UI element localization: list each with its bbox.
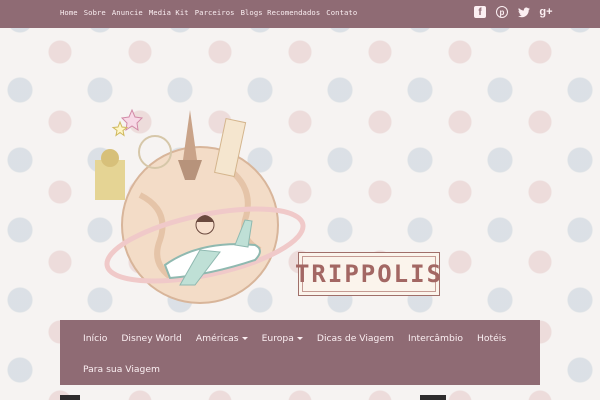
- topnav-blogs-recomendados[interactable]: Blogs Recomendados: [241, 8, 321, 17]
- nav-item-hoteis[interactable]: Hotéis: [477, 333, 506, 344]
- social-icons: f p g+: [474, 6, 553, 18]
- nav-item-disney-world[interactable]: Disney World: [121, 333, 182, 344]
- site-logo-text: TRIPPOLIS: [294, 260, 444, 288]
- twitter-icon[interactable]: [518, 6, 530, 18]
- nav-item-europa[interactable]: Europa: [262, 333, 303, 344]
- nav-item-label: Dicas de Viagem: [316, 333, 394, 344]
- topnav-home[interactable]: Home: [60, 8, 78, 17]
- nav-item-label: Para sua Viagem: [83, 364, 160, 375]
- topnav-parceiros[interactable]: Parceiros: [195, 8, 235, 17]
- google-plus-icon[interactable]: g+: [539, 6, 552, 18]
- nav-item-label: Disney World: [121, 333, 182, 344]
- nav-item-label: Intercâmbio: [408, 333, 463, 344]
- pinterest-icon[interactable]: p: [496, 6, 508, 18]
- nav-item-label: Europa: [261, 333, 294, 344]
- main-navigation: Início Disney World Américas Europa Dica…: [60, 320, 540, 385]
- nav-item-intercambio[interactable]: Intercâmbio: [408, 333, 463, 344]
- caret-down-icon: [296, 337, 303, 340]
- site-logo[interactable]: TRIPPOLIS: [294, 252, 444, 296]
- main-nav-row: Início Disney World Américas Europa Dica…: [83, 333, 506, 344]
- topnav-sobre[interactable]: Sobre: [84, 8, 106, 17]
- caret-down-icon: [241, 337, 248, 340]
- top-navigation: Home Sobre Anuncie Media Kit Parceiros B…: [60, 8, 357, 17]
- topnav-contato[interactable]: Contato: [326, 8, 357, 17]
- nav-item-inicio[interactable]: Início: [83, 333, 107, 344]
- top-bar: Home Sobre Anuncie Media Kit Parceiros B…: [0, 0, 600, 28]
- topnav-anuncie[interactable]: Anuncie: [112, 8, 143, 17]
- nav-item-label: Hotéis: [477, 333, 507, 344]
- nav-item-dicas-de-viagem[interactable]: Dicas de Viagem: [317, 333, 394, 344]
- nav-item-label: Início: [83, 333, 108, 344]
- nav-item-para-sua-viagem[interactable]: Para sua Viagem: [83, 364, 160, 375]
- topnav-media-kit[interactable]: Media Kit: [149, 8, 189, 17]
- content-edge: [60, 395, 80, 400]
- facebook-icon[interactable]: f: [474, 6, 486, 18]
- nav-item-americas[interactable]: Américas: [196, 333, 248, 344]
- main-nav-row: Para sua Viagem: [83, 364, 160, 375]
- content-edge: [420, 395, 446, 400]
- nav-item-label: Américas: [195, 333, 239, 344]
